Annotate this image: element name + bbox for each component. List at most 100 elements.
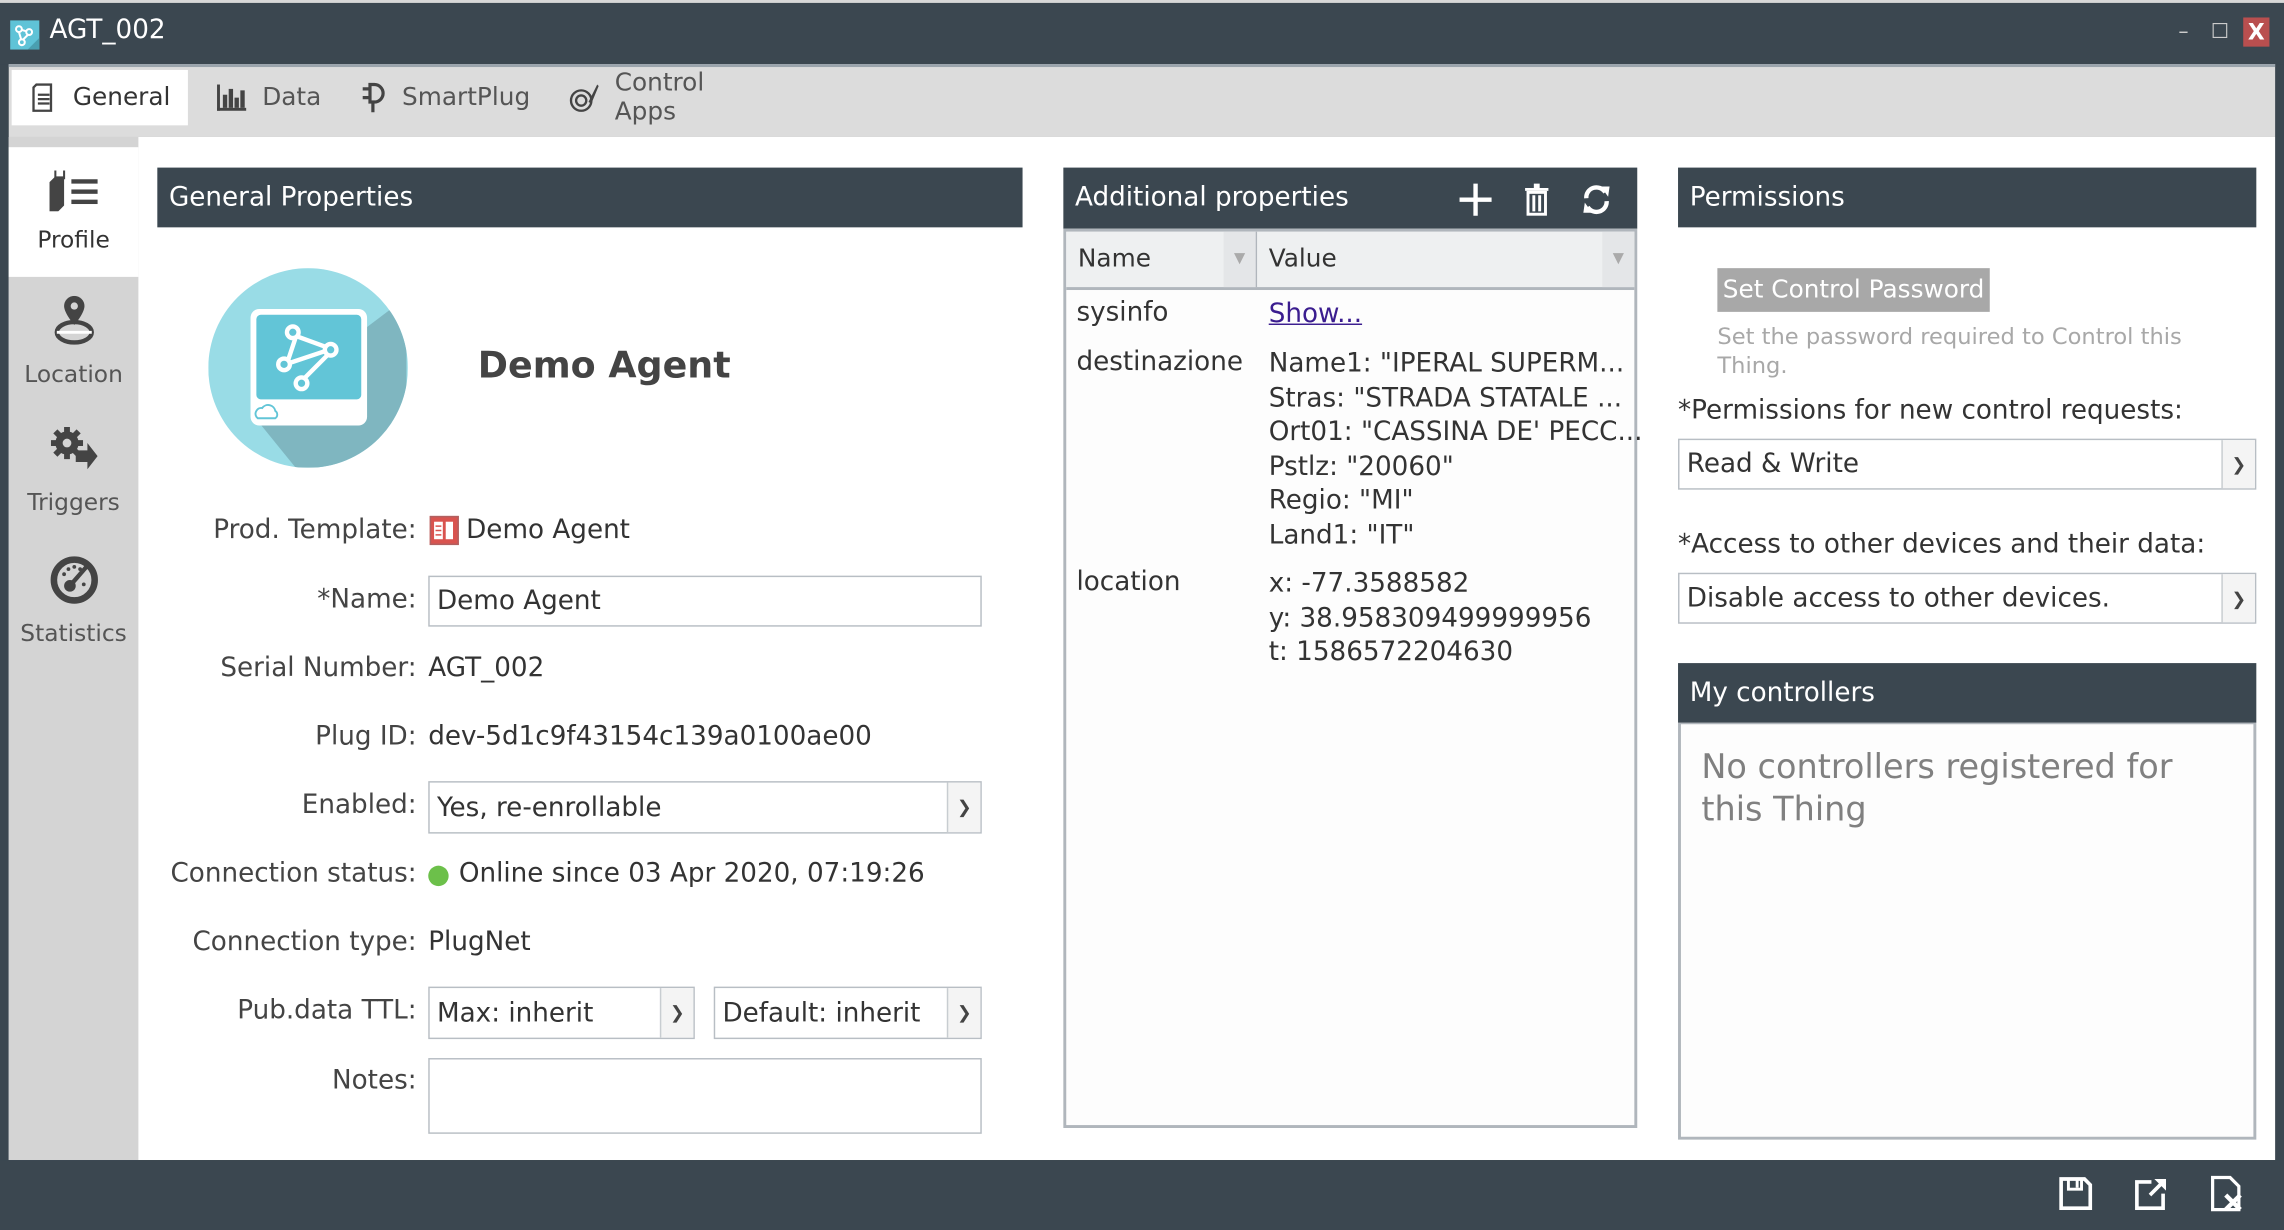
enabled-select[interactable]: Yes, re-enrollable ❯ (428, 781, 982, 834)
new-requests-label: *Permissions for new control requests: (1678, 394, 2183, 426)
brush-app-icon (568, 82, 600, 114)
property-name: destinazione (1076, 346, 1243, 378)
discard-icon (2211, 1175, 2242, 1212)
property-name: location (1076, 566, 1181, 598)
title-bar (0, 0, 2284, 65)
pub-data-ttl-label: Pub.data TTL: (237, 995, 417, 1026)
sidebar-item-label: Profile (37, 225, 110, 254)
refresh-properties-button[interactable] (1580, 182, 1612, 217)
tab-label: Data (262, 83, 322, 113)
ttl-max-value: Max: inherit (436, 997, 594, 1029)
window-title: AGT_002 (49, 14, 166, 46)
notes-label: Notes: (332, 1065, 417, 1096)
discard-button[interactable] (2208, 1175, 2246, 1213)
add-property-button[interactable] (1458, 182, 1493, 217)
plug-id-value: dev-5d1c9f43154c139a0100ae00 (428, 721, 872, 752)
additional-properties-title: Additional properties (1074, 182, 1349, 213)
sidebar-item-location[interactable]: Location (9, 277, 139, 407)
sort-arrow-icon[interactable]: ▼ (1223, 231, 1256, 288)
sidebar-item-statistics[interactable]: Statistics (9, 536, 139, 666)
prod-template-label: Prod. Template: (213, 514, 417, 546)
new-requests-value: Read & Write (1686, 448, 1860, 480)
access-select[interactable]: Disable access to other devices. ❯ (1678, 572, 2257, 624)
sort-arrow-icon[interactable]: ▼ (1602, 231, 1635, 288)
notes-textarea[interactable] (428, 1058, 982, 1134)
tab-bar: General Data SmartPlug Control Apps (8, 64, 2276, 137)
prod-template-link[interactable]: Demo Agent (466, 514, 630, 545)
plug-id-label: Plug ID: (315, 721, 417, 752)
export-button[interactable] (2133, 1175, 2171, 1213)
tab-label: SmartPlug (402, 83, 531, 113)
sidebar-item-label: Location (24, 359, 123, 388)
tab-control-apps[interactable]: Control Apps (551, 68, 784, 127)
document-list-icon (29, 82, 58, 114)
sysinfo-show-link[interactable]: Show... (1269, 297, 1362, 331)
column-header-value[interactable]: Value ▼ (1257, 231, 1635, 288)
table-header: Name ▼ Value ▼ (1066, 231, 1635, 291)
serial-number-value: AGT_002 (428, 652, 545, 684)
sidebar-item-label: Triggers (27, 488, 120, 516)
chevron-down-icon[interactable]: ❯ (659, 988, 694, 1038)
window-border (2275, 64, 2284, 1161)
chevron-down-icon[interactable]: ❯ (2221, 574, 2255, 623)
maximize-button[interactable]: ☐ (2207, 17, 2233, 46)
footer-bar (0, 1160, 2284, 1230)
plug-icon (361, 82, 387, 114)
delete-property-button[interactable] (1522, 182, 1551, 217)
my-controllers-header: My controllers (1678, 663, 2257, 723)
general-properties-header: General Properties (157, 167, 1023, 228)
tab-general[interactable]: General (11, 69, 188, 126)
sidebar-item-label: Statistics (20, 619, 127, 648)
location-pin-icon (52, 295, 96, 351)
sidebar-item-profile[interactable]: Profile (8, 147, 139, 277)
gear-arrow-icon (49, 427, 99, 479)
property-value: x: -77.3588582 y: 38.958309499999956 t: … (1268, 568, 1592, 668)
app-window: AGT_002 – ☐ X General Data SmartPlug Con… (0, 0, 2284, 1230)
ttl-default-value: Default: inherit (722, 997, 921, 1029)
agent-name-heading: Demo Agent (477, 343, 731, 387)
tab-smartplug[interactable]: SmartPlug (344, 70, 541, 125)
serial-number-label: Serial Number: (220, 652, 417, 684)
chevron-down-icon[interactable]: ❯ (946, 782, 981, 833)
column-header-name[interactable]: Name ▼ (1066, 231, 1258, 288)
new-requests-select[interactable]: Read & Write ❯ (1678, 438, 2257, 490)
tab-data[interactable]: Data (198, 70, 336, 125)
property-name: sysinfo (1076, 297, 1169, 328)
name-input[interactable] (428, 575, 982, 627)
ttl-max-select[interactable]: Max: inherit ❯ (428, 986, 695, 1040)
minimize-button[interactable]: – (2170, 17, 2196, 46)
save-icon (2059, 1177, 2093, 1210)
refresh-icon (1583, 185, 1610, 215)
chevron-down-icon[interactable]: ❯ (946, 988, 981, 1038)
additional-properties-table: Name ▼ Value ▼ sysinfo Show... destinazi… (1063, 228, 1642, 1128)
set-password-hint: Set the password required to Control thi… (1717, 323, 2182, 379)
enabled-label: Enabled: (301, 789, 417, 821)
no-controllers-message: No controllers registered for this Thing (1701, 749, 2173, 830)
plus-icon (1459, 183, 1492, 216)
close-button[interactable]: X (2243, 17, 2270, 47)
set-control-password-button[interactable]: Set Control Password (1717, 268, 1990, 312)
access-value: Disable access to other devices. (1686, 582, 2111, 614)
connection-status-label: Connection status: (170, 858, 417, 889)
enabled-value: Yes, re-enrollable (436, 792, 662, 823)
controllers-list: No controllers registered for this Thing (1678, 722, 2257, 1140)
sidebar-item-triggers[interactable]: Triggers (9, 407, 139, 537)
connection-type-value: PlugNet (428, 926, 531, 958)
agent-avatar (208, 268, 408, 468)
save-button[interactable] (2057, 1175, 2095, 1213)
tab-label: Control Apps (614, 68, 705, 127)
name-label: *Name: (317, 584, 417, 616)
gauge-icon (49, 555, 99, 610)
trash-icon (1525, 183, 1549, 216)
online-status-dot-icon (428, 865, 449, 887)
ttl-default-select[interactable]: Default: inherit ❯ (713, 986, 982, 1040)
column-name-label: Name (1077, 244, 1151, 274)
tab-label: General (72, 83, 171, 113)
export-icon (2135, 1178, 2167, 1210)
agent-network-icon (10, 20, 40, 50)
connection-type-label: Connection type: (192, 926, 417, 958)
column-value-label: Value (1268, 244, 1337, 274)
connection-status-value: Online since 03 Apr 2020, 07:19:26 (458, 858, 925, 889)
chevron-down-icon[interactable]: ❯ (2221, 440, 2255, 489)
template-icon (429, 515, 459, 546)
